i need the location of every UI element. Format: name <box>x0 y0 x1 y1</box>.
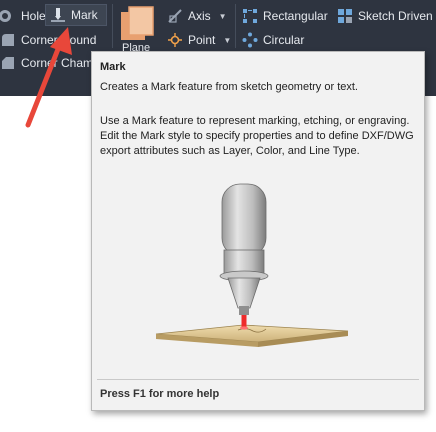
axis-button[interactable]: Axis ▼ <box>167 6 227 26</box>
plane-icon <box>121 6 154 40</box>
corner-chamfer-label: Corner Chamf <box>21 56 97 70</box>
mark-icon <box>50 7 66 23</box>
chevron-down-icon[interactable]: ▼ <box>223 36 231 45</box>
rectangular-label: Rectangular <box>263 9 328 23</box>
hole-button[interactable]: Hole <box>0 6 46 26</box>
ribbon-separator <box>235 4 236 48</box>
corner-round-icon <box>0 32 16 48</box>
hole-label: Hole <box>21 9 46 23</box>
sketch-driven-label: Sketch Driven <box>358 9 433 23</box>
corner-chamfer-button[interactable]: Corner Chamf <box>0 53 96 73</box>
sketch-driven-icon <box>337 8 353 24</box>
plane-button[interactable] <box>120 6 156 46</box>
point-button[interactable]: Point ▼ <box>167 30 231 50</box>
corner-round-label: Corner Round <box>21 33 97 47</box>
tooltip-divider <box>97 379 419 380</box>
chevron-down-icon[interactable]: ▼ <box>219 12 227 21</box>
rectangular-pattern-icon <box>242 8 258 24</box>
tooltip-help-hint: Press F1 for more help <box>100 388 220 400</box>
circular-pattern-button[interactable]: Circular <box>242 30 304 50</box>
sketch-driven-pattern-button[interactable]: Sketch Driven <box>337 6 433 26</box>
point-label: Point <box>188 33 216 47</box>
mark-label: Mark <box>71 8 98 22</box>
tooltip-summary: Creates a Mark feature from sketch geome… <box>100 81 358 93</box>
rectangular-pattern-button[interactable]: Rectangular <box>242 6 328 26</box>
axis-icon <box>167 8 183 24</box>
mark-button[interactable]: Mark <box>45 4 107 26</box>
hole-icon <box>0 8 16 24</box>
mark-tooltip: Mark Creates a Mark feature from sketch … <box>91 51 425 411</box>
circular-label: Circular <box>263 33 305 47</box>
corner-round-button[interactable]: Corner Round <box>0 30 96 50</box>
corner-chamfer-icon <box>0 55 16 71</box>
tooltip-description: Use a Mark feature to represent marking,… <box>100 115 414 157</box>
ribbon-separator <box>112 4 113 48</box>
point-icon <box>167 32 183 48</box>
circular-pattern-icon <box>242 32 258 48</box>
mark-tool-illustration <box>155 183 349 347</box>
tooltip-title: Mark <box>100 61 126 73</box>
axis-label: Axis <box>188 9 211 23</box>
